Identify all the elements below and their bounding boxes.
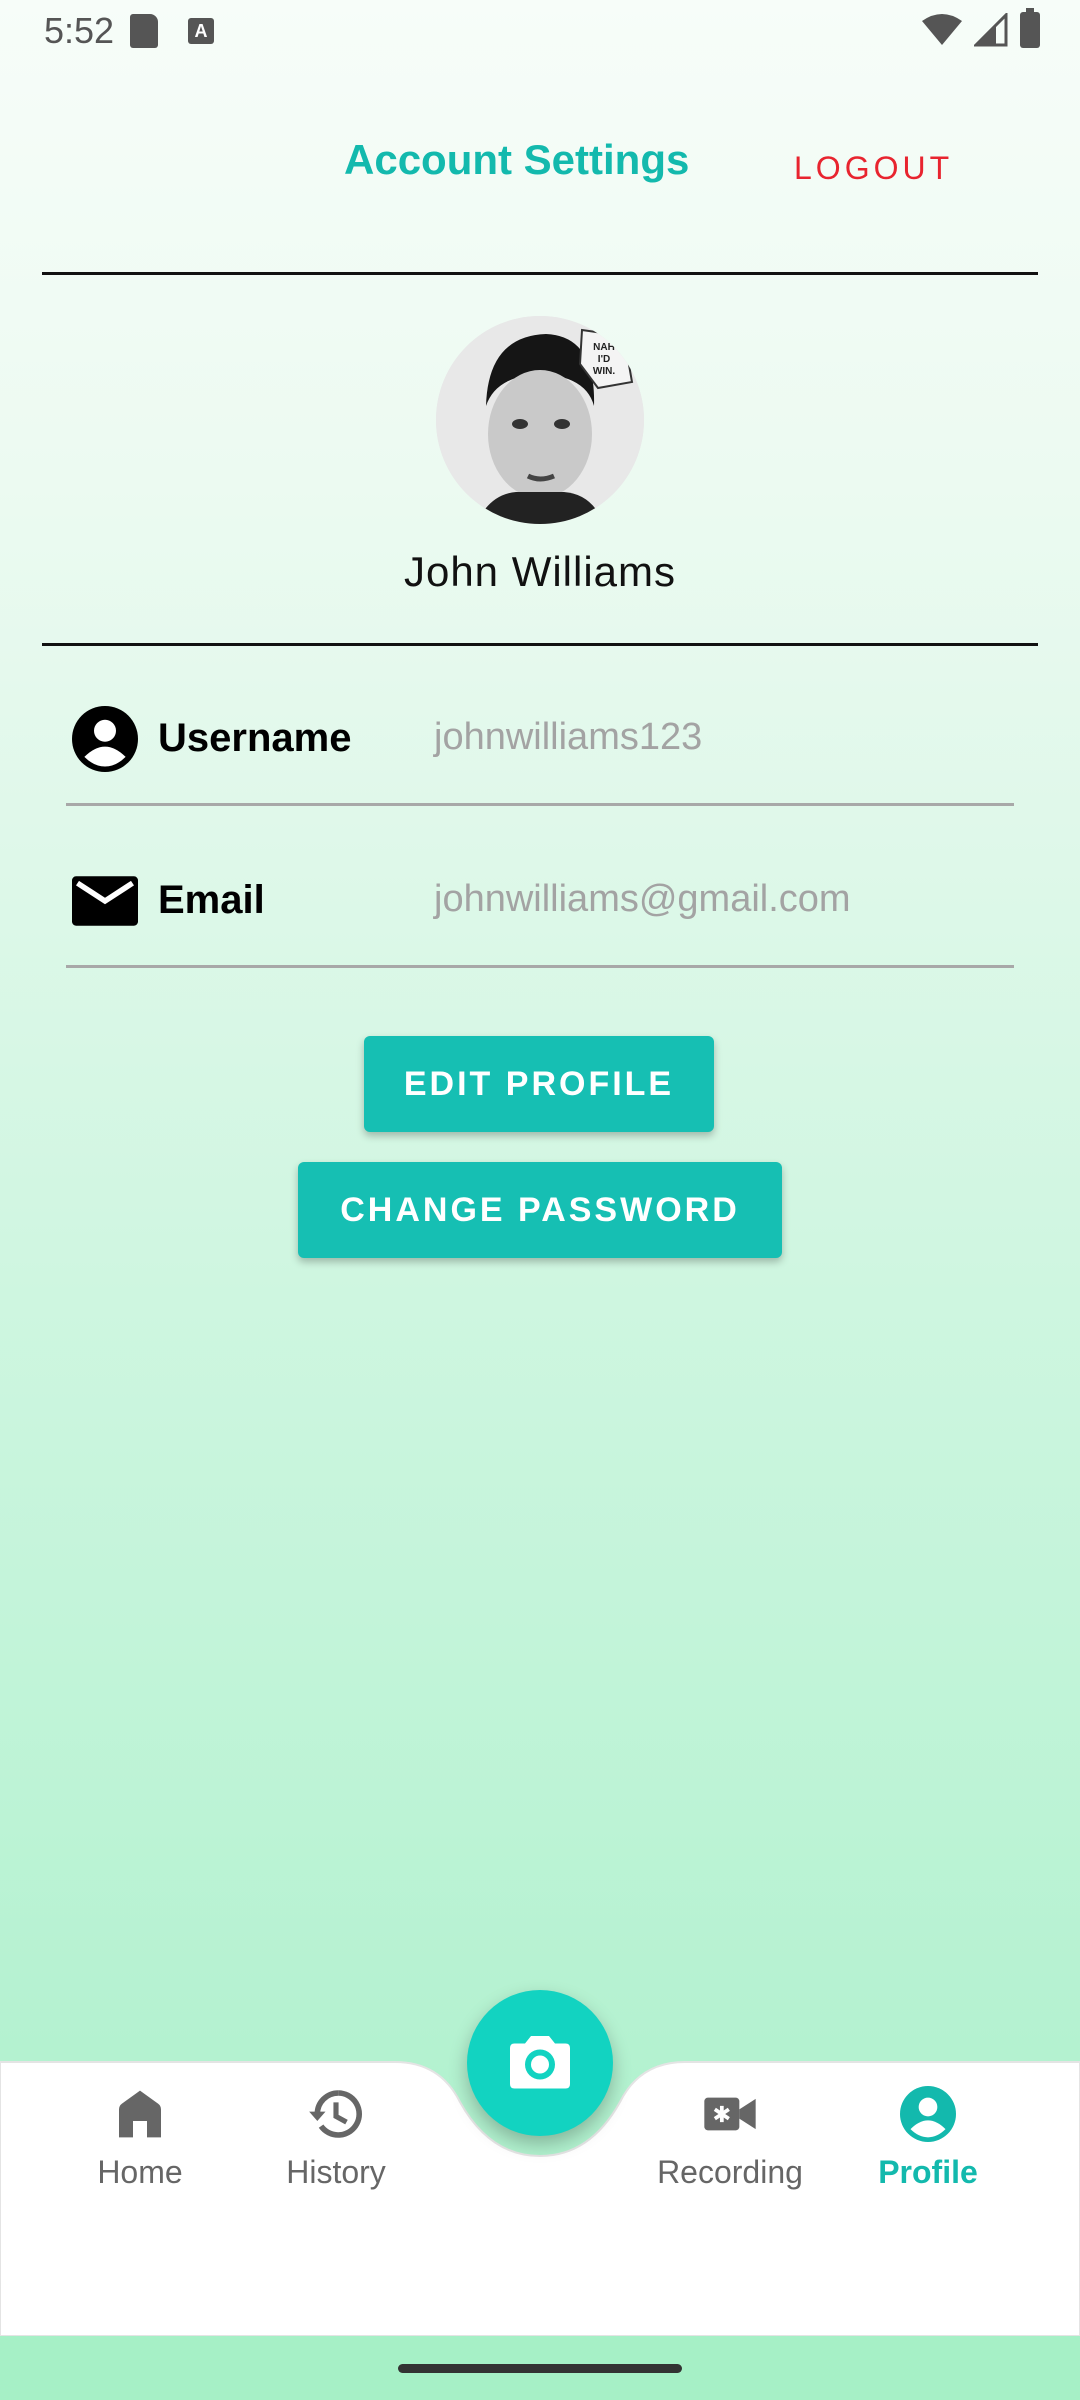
history-icon <box>309 2090 362 2138</box>
nav-item-recording[interactable]: Recording <box>640 2086 820 2191</box>
account-circle-icon <box>900 2086 956 2142</box>
page-title: Account Settings <box>344 136 690 183</box>
status-icons <box>922 8 1040 48</box>
status-time: 5:52 <box>44 10 115 51</box>
nav-item-profile[interactable]: Profile <box>838 2086 1018 2191</box>
username-label: Username <box>158 716 352 760</box>
logout-button[interactable]: LOGOUT <box>794 150 953 187</box>
avatar[interactable]: NAH I'D WIN. <box>436 316 644 524</box>
nav-label-history: History <box>286 2154 386 2190</box>
battery-icon <box>1020 8 1040 48</box>
camera-fab-button[interactable] <box>467 1990 613 2136</box>
nav-label-recording: Recording <box>657 2154 803 2190</box>
nav-label-home: Home <box>97 2154 183 2190</box>
mail-icon <box>72 876 138 926</box>
wifi-icon <box>922 14 962 45</box>
video-camera-icon <box>704 2097 756 2131</box>
signal-icon <box>974 13 1008 47</box>
svg-text:I'D: I'D <box>598 354 610 365</box>
nav-item-home[interactable]: Home <box>50 2086 230 2191</box>
email-row: Email johnwilliams@gmail.com <box>66 848 1014 968</box>
change-password-button[interactable]: CHANGE PASSWORD <box>298 1162 782 1258</box>
email-value: johnwilliams@gmail.com <box>434 878 851 920</box>
edit-profile-button[interactable]: EDIT PROFILE <box>364 1036 714 1132</box>
svg-text:NAH: NAH <box>593 342 615 353</box>
home-icon <box>119 2090 161 2138</box>
sd-card-icon <box>130 14 158 48</box>
avatar-photo: NAH I'D WIN. <box>436 316 644 524</box>
username-row: Username johnwilliams123 <box>66 686 1014 806</box>
status-bar: 5:52 A <box>0 0 1080 64</box>
profile-name: John Williams <box>403 548 677 595</box>
camera-icon <box>510 2036 570 2089</box>
email-label: Email <box>158 878 265 922</box>
divider <box>42 272 1038 275</box>
nav-label-profile: Profile <box>878 2154 978 2190</box>
svg-text:WIN.: WIN. <box>593 366 615 377</box>
divider <box>42 643 1038 646</box>
nav-item-history[interactable]: History <box>246 2086 426 2191</box>
keyboard-a-icon: A <box>188 18 214 44</box>
account-circle-icon <box>72 706 138 772</box>
username-value: johnwilliams123 <box>434 716 703 758</box>
gesture-handle[interactable] <box>398 2364 682 2373</box>
